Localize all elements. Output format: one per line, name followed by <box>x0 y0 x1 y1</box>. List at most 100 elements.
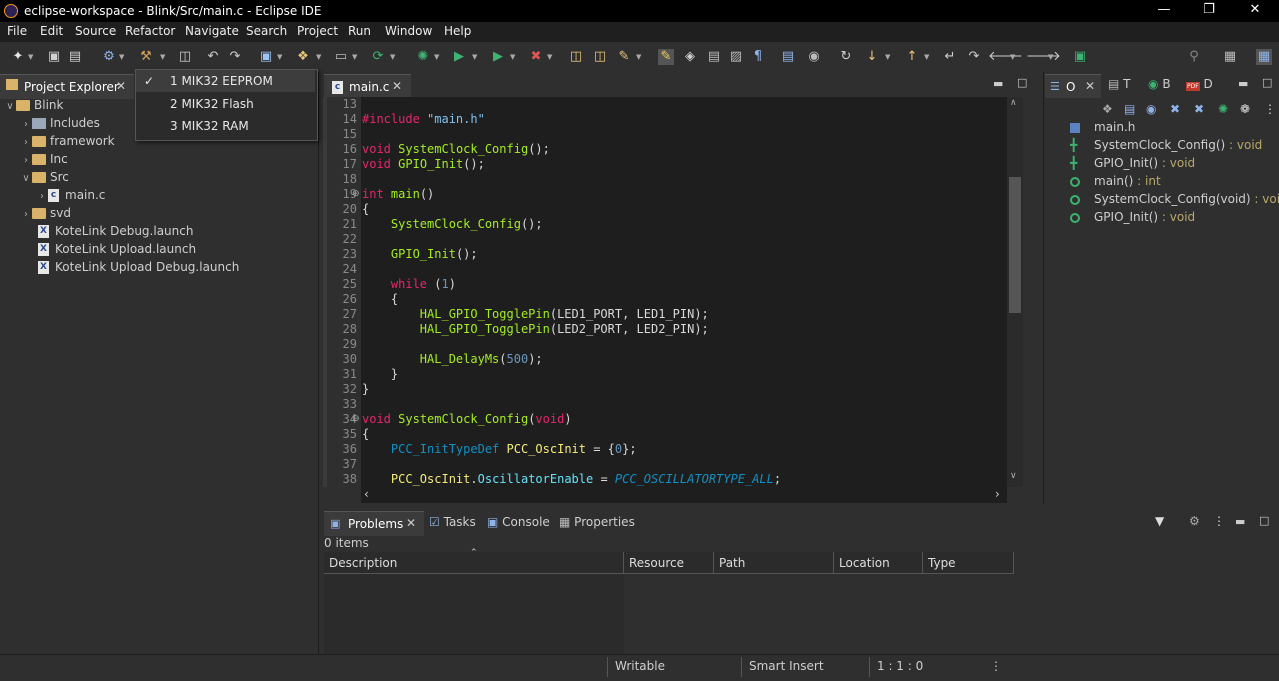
dropdown-item-ram[interactable]: 3 MIK32 RAM <box>136 115 315 137</box>
tab-t[interactable]: ▤ T <box>1108 77 1131 91</box>
c-perspective-icon[interactable]: ▦ <box>1256 49 1272 65</box>
view-menu-icon[interactable]: ⋮ <box>1213 514 1225 528</box>
tree-item-svd[interactable]: › svd <box>20 204 71 222</box>
chevron-down-icon[interactable]: ∨ <box>4 98 16 116</box>
menu-edit[interactable]: Edit <box>40 24 63 38</box>
dropdown-item-flash[interactable]: 2 MIK32 Flash <box>136 93 315 115</box>
new-icon[interactable]: ✦ <box>10 49 26 65</box>
binary-icon[interactable]: ◫ <box>177 49 193 65</box>
close-tab-icon[interactable]: ✕ <box>406 516 416 530</box>
link-editor-icon[interactable]: ❁ <box>1240 102 1250 116</box>
tab-properties[interactable]: ▦ Properties <box>559 515 635 529</box>
editor-horizontal-scrollbar[interactable]: ‹ › <box>361 487 1007 503</box>
mark-occurrences-icon[interactable]: ✎ <box>658 49 674 65</box>
scroll-right-icon[interactable]: › <box>995 487 1000 501</box>
pilcrow-icon[interactable]: ¶ <box>750 49 766 65</box>
configure-icon[interactable]: ⚙ <box>1189 514 1200 528</box>
redo-icon[interactable]: ↷ <box>227 49 243 65</box>
tab-b[interactable]: ◉ B <box>1148 77 1171 91</box>
tab-console[interactable]: ▣ Console <box>487 515 550 529</box>
toggle-word-wrap-icon[interactable]: ▤ <box>780 49 796 65</box>
pencil-icon[interactable]: ✎ <box>616 49 632 65</box>
insert-mode-status[interactable]: Smart Insert <box>749 659 824 673</box>
new-source-icon[interactable]: ▭ <box>333 49 349 65</box>
column-header-path[interactable]: Path <box>714 552 834 574</box>
tree-item-src[interactable]: ∨ Src <box>20 168 69 186</box>
minimize-panel-icon[interactable]: ▬ <box>993 77 1003 90</box>
collapse-all-icon[interactable]: ❖ <box>1102 102 1113 116</box>
column-header-type[interactable]: Type <box>923 552 1014 574</box>
close-icon[interactable]: ✕ <box>1240 2 1270 17</box>
chevron-down-icon[interactable]: ∨ <box>20 170 32 188</box>
outline-item[interactable]: main() : int <box>1070 172 1161 190</box>
tree-item-launch-upload-debug[interactable]: X KoteLink Upload Debug.launch <box>38 258 239 276</box>
search-icon[interactable]: ⚲ <box>1186 49 1202 65</box>
last-edit-icon[interactable]: ↵ <box>942 49 958 65</box>
scroll-left-icon[interactable]: ‹ <box>364 487 369 501</box>
show-whitespace-icon[interactable]: ▨ <box>728 49 744 65</box>
scrollbar-thumb[interactable] <box>1009 177 1021 313</box>
outline-item[interactable]: ╋ GPIO_Init() : void <box>1070 154 1195 172</box>
restore-icon[interactable]: ❐ <box>1194 2 1224 17</box>
open-type-icon[interactable]: ❖ <box>295 49 311 65</box>
close-tab-icon[interactable]: ✕ <box>1085 79 1095 93</box>
tree-item-inc[interactable]: › Inc <box>20 150 68 168</box>
sort-icon[interactable]: ▤ <box>1124 102 1135 116</box>
tab-d[interactable]: PDF D <box>1186 77 1213 91</box>
tree-item-blink[interactable]: ∨ Blink <box>4 96 63 114</box>
outline-item[interactable]: ╋ SystemClock_Config() : void <box>1070 136 1262 154</box>
outline-item[interactable]: GPIO_Init() : void <box>1070 208 1195 226</box>
external-tools-icon[interactable]: ✖ <box>528 49 544 65</box>
menu-window[interactable]: Window <box>385 24 432 38</box>
tab-tasks[interactable]: ☑ Tasks <box>429 515 476 529</box>
menu-refactor[interactable]: Refactor <box>125 24 175 38</box>
tree-item-launch-upload[interactable]: X KoteLink Upload.launch <box>38 240 196 258</box>
forward-arrow-icon[interactable]: 🡒 <box>1026 49 1061 65</box>
scroll-up-icon[interactable]: ∧ <box>1010 98 1017 108</box>
hide-non-public-icon[interactable]: ✖ <box>1194 102 1204 116</box>
tree-item-launch-debug[interactable]: X KoteLink Debug.launch <box>38 222 193 240</box>
scroll-down-icon[interactable]: ∨ <box>1010 471 1017 481</box>
tab-main-c[interactable]: c main.c ✕ <box>324 74 411 98</box>
fold-marker-icon[interactable]: ⊖ <box>352 414 360 424</box>
menu-source[interactable]: Source <box>75 24 116 38</box>
minimize-panel-icon[interactable]: ▬ <box>1235 515 1245 528</box>
cursor-position[interactable]: 1 : 1 : 0 <box>877 659 923 673</box>
status-menu-icon[interactable]: ⋮ <box>990 659 1002 673</box>
open-perspective-icon[interactable]: ▦ <box>1222 49 1238 65</box>
code-editor[interactable]: 13 14 15 16 17 18 19 20 21 22 23 24 25 26 27 28 29 30 31 32… <box>323 97 1023 487</box>
hide-members-icon[interactable]: ✺ <box>1218 102 1228 116</box>
build-hammer-icon[interactable]: ⚒ <box>138 49 154 65</box>
save-all-icon[interactable]: ▤ <box>67 49 83 65</box>
outline-item[interactable]: main.h <box>1070 118 1135 136</box>
prev-annotation-icon[interactable]: ↑ <box>904 49 920 65</box>
column-header-resource[interactable]: Resource <box>624 552 714 574</box>
debug-icon[interactable]: ✺ <box>415 49 431 65</box>
save-icon[interactable]: ▣ <box>46 49 62 65</box>
menu-navigate[interactable]: Navigate <box>185 24 239 38</box>
run-icon[interactable]: ▶ <box>451 49 467 65</box>
view-menu-icon[interactable]: ⋮ <box>1264 102 1276 116</box>
chevron-right-icon[interactable]: › <box>20 206 32 224</box>
tree-item-framework[interactable]: › framework <box>20 132 115 150</box>
new-class-icon[interactable]: ▣ <box>258 49 274 65</box>
block-select-icon[interactable]: ▤ <box>706 49 722 65</box>
external-link-icon[interactable]: ▣ <box>1072 49 1088 65</box>
open-folder-icon[interactable]: ◫ <box>568 49 584 65</box>
back-arrow-icon[interactable]: 🡐 <box>988 49 1023 65</box>
close-tab-icon[interactable]: ✕ <box>392 79 402 93</box>
fold-marker-icon[interactable]: ⊖ <box>352 189 360 199</box>
tab-outline[interactable]: ☰ O ✕ <box>1045 74 1101 98</box>
undo-icon[interactable]: ↶ <box>205 49 221 65</box>
minimize-panel-icon[interactable]: ▬ <box>1238 77 1248 90</box>
close-tab-icon[interactable]: ✕ <box>116 79 126 93</box>
sync-icon[interactable]: ↻ <box>838 49 854 65</box>
minimize-icon[interactable]: — <box>1149 2 1179 17</box>
toggle-breadcrumb-icon[interactable]: ◈ <box>682 49 698 65</box>
maximize-panel-icon[interactable]: □ <box>1262 76 1272 89</box>
dropdown-item-eeprom[interactable]: ✓ 1 MIK32 EEPROM <box>136 70 315 92</box>
menu-project[interactable]: Project <box>297 24 338 38</box>
forward-edit-icon[interactable]: ↷ <box>966 49 982 65</box>
settings-icon[interactable]: ⚙ <box>101 49 117 65</box>
menu-help[interactable]: Help <box>444 24 471 38</box>
